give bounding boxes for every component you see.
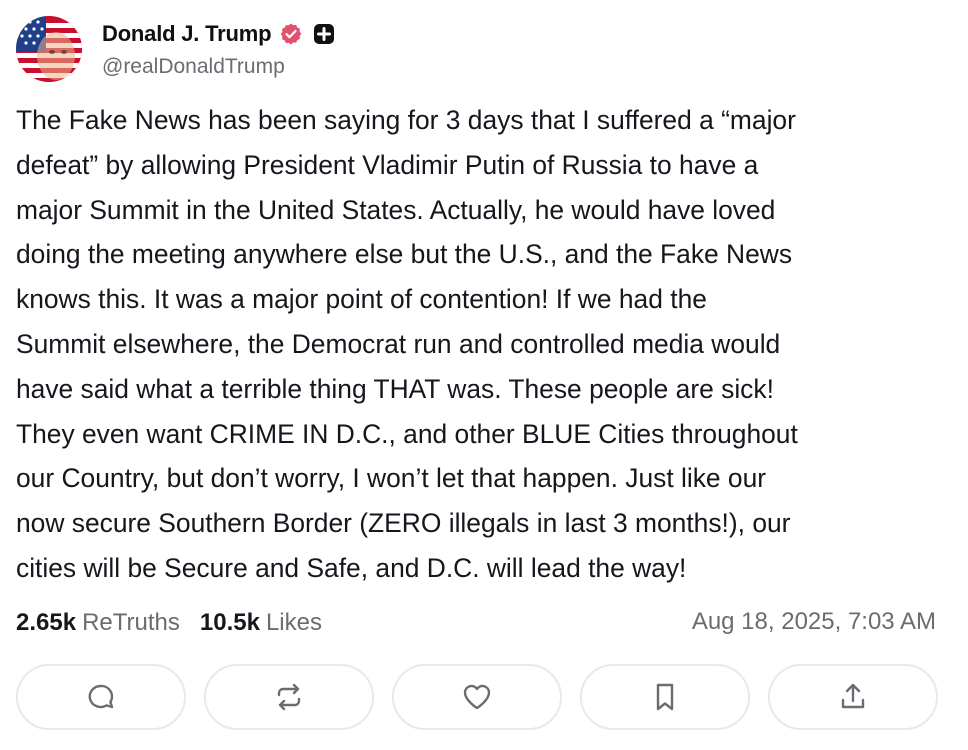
retruths-label: ReTruths <box>82 609 180 636</box>
post-line: defeat” by allowing President Vladimir P… <box>16 149 759 180</box>
share-icon <box>841 683 865 709</box>
post-line: our Country, but don’t worry, I won’t le… <box>16 463 767 494</box>
like-icon <box>463 684 491 710</box>
bookmark-icon <box>656 683 674 711</box>
post-line: doing the meeting anywhere else but the … <box>16 239 793 270</box>
post-line: have said what a terrible thing THAT was… <box>16 373 774 404</box>
author-handle[interactable]: @realDonaldTrump <box>102 55 335 79</box>
post-line: major Summit in the United States. Actua… <box>16 194 776 225</box>
likes-label: Likes <box>265 609 322 636</box>
retruth-button[interactable] <box>204 664 374 730</box>
likes-count: 10.5k <box>199 609 260 636</box>
plus-badge-icon <box>313 23 335 45</box>
retruths-stat[interactable]: 2.65k ReTruths <box>16 609 180 637</box>
verified-badge-icon <box>279 22 303 46</box>
avatar[interactable] <box>16 16 82 82</box>
post-stats: 2.65k ReTruths 10.5k Likes Aug 18, 2025, 7… <box>16 605 936 641</box>
post-line: The Fake News has been saying for 3 days… <box>16 105 796 135</box>
like-button[interactable] <box>392 664 562 730</box>
post-line: knows this. It was a major point of cont… <box>16 284 707 315</box>
post-timestamp[interactable]: Aug 18, 2025, 7:03 AM <box>692 608 936 636</box>
action-bar <box>16 664 938 734</box>
post-line: now secure Southern Border (ZERO illegal… <box>16 508 791 539</box>
post-body: The Fake News has been saying for 3 days… <box>16 98 951 591</box>
bookmark-button[interactable] <box>580 664 750 730</box>
post-line: Summit elsewhere, the Democrat run and c… <box>16 328 781 359</box>
post-line: cities will be Secure and Safe, and D.C.… <box>16 552 687 583</box>
author-identity: Donald J. Trump @realDonaldTrump <box>102 20 335 79</box>
retruths-count: 2.65k <box>16 609 77 636</box>
share-button[interactable] <box>768 664 938 730</box>
post-header: Donald J. Trump @realDonaldTrump <box>16 14 946 84</box>
reply-icon <box>88 684 114 709</box>
name-row: Donald J. Trump <box>102 20 335 48</box>
display-name[interactable]: Donald J. Trump <box>102 21 272 47</box>
avatar-image <box>16 16 82 82</box>
reply-button[interactable] <box>16 664 186 730</box>
post-line: They even want CRIME IN D.C., and other … <box>16 418 798 449</box>
likes-stat[interactable]: 10.5k Likes <box>200 609 322 637</box>
retruth-icon <box>277 683 301 711</box>
